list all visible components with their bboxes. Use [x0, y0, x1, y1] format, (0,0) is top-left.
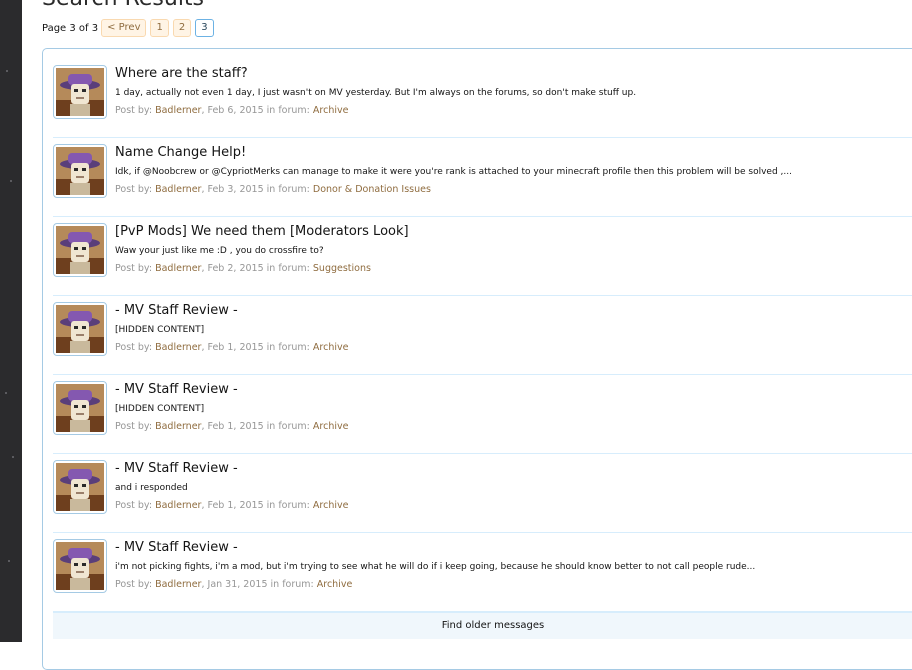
avatar[interactable] [53, 144, 107, 198]
post-by-label: Post by: [115, 342, 153, 353]
post-by-label: Post by: [115, 579, 153, 590]
page-indicator: Page 3 of 3 [42, 22, 99, 34]
author-link[interactable]: Badlerner [155, 184, 201, 195]
post-date: Feb 3, 2015 [207, 184, 264, 195]
user-avatar-image [56, 68, 104, 116]
post-date: Feb 1, 2015 [207, 500, 264, 511]
post-date: Feb 1, 2015 [207, 342, 264, 353]
forum-link[interactable]: Donor & Donation Issues [313, 184, 431, 195]
post-by-label: Post by: [115, 263, 153, 274]
list-item: - MV Staff Review - [HIDDEN CONTENT] Pos… [53, 296, 912, 375]
in-forum-label: in forum: [266, 421, 310, 432]
result-snippet: Waw your just like me :D , you do crossf… [115, 246, 324, 256]
post-date: Feb 2, 2015 [207, 263, 264, 274]
author-link[interactable]: Badlerner [155, 105, 201, 116]
user-avatar-image [56, 226, 104, 274]
result-meta: Post by: Badlerner, Jan 31, 2015 in foru… [115, 579, 353, 590]
post-by-label: Post by: [115, 500, 153, 511]
result-meta: Post by: Badlerner, Feb 6, 2015 in forum… [115, 105, 349, 116]
user-avatar-image [56, 384, 104, 432]
avatar[interactable] [53, 460, 107, 514]
post-by-label: Post by: [115, 184, 153, 195]
result-meta: Post by: Badlerner, Feb 1, 2015 in forum… [115, 500, 349, 511]
result-snippet: [HIDDEN CONTENT] [115, 325, 205, 335]
user-avatar-image [56, 463, 104, 511]
in-forum-label: in forum: [270, 579, 314, 590]
page-navigation: Page 3 of 3 < Prev 1 2 3 [42, 19, 218, 37]
in-forum-label: in forum: [266, 263, 310, 274]
list-item: - MV Staff Review - i'm not picking figh… [53, 533, 912, 612]
result-title-link[interactable]: Name Change Help! [115, 145, 246, 160]
forum-link[interactable]: Suggestions [313, 263, 371, 274]
page-1-button[interactable]: 1 [150, 19, 169, 37]
forum-link[interactable]: Archive [313, 421, 349, 432]
forum-link[interactable]: Archive [313, 500, 349, 511]
post-date: Feb 6, 2015 [207, 105, 264, 116]
result-snippet: and i responded [115, 483, 188, 493]
in-forum-label: in forum: [266, 342, 310, 353]
author-link[interactable]: Badlerner [155, 342, 201, 353]
result-snippet: i'm not picking fights, i'm a mod, but i… [115, 562, 756, 572]
forum-link[interactable]: Archive [317, 579, 353, 590]
list-item: - MV Staff Review - [HIDDEN CONTENT] Pos… [53, 375, 912, 454]
result-meta: Post by: Badlerner, Feb 1, 2015 in forum… [115, 421, 349, 432]
result-meta: Post by: Badlerner, Feb 2, 2015 in forum… [115, 263, 371, 274]
post-date: Jan 31, 2015 [207, 579, 268, 590]
in-forum-label: in forum: [266, 500, 310, 511]
avatar[interactable] [53, 381, 107, 435]
result-title-link[interactable]: [PvP Mods] We need them [Moderators Look… [115, 224, 409, 239]
post-date: Feb 1, 2015 [207, 421, 264, 432]
avatar[interactable] [53, 539, 107, 593]
user-avatar-image [56, 305, 104, 353]
list-item: - MV Staff Review - and i responded Post… [53, 454, 912, 533]
author-link[interactable]: Badlerner [155, 579, 201, 590]
post-by-label: Post by: [115, 105, 153, 116]
result-snippet: Idk, if @Noobcrew or @CypriotMerks can m… [115, 167, 792, 177]
prev-page-button[interactable]: < Prev [101, 19, 147, 37]
list-item: [PvP Mods] We need them [Moderators Look… [53, 217, 912, 296]
in-forum-label: in forum: [266, 105, 310, 116]
result-snippet: 1 day, actually not even 1 day, I just w… [115, 88, 637, 98]
result-meta: Post by: Badlerner, Feb 1, 2015 in forum… [115, 342, 349, 353]
find-older-messages-link[interactable]: Find older messages [53, 612, 912, 639]
result-title-link[interactable]: - MV Staff Review - [115, 540, 238, 555]
post-by-label: Post by: [115, 421, 153, 432]
page-3-button[interactable]: 3 [195, 19, 214, 37]
in-forum-label: in forum: [266, 184, 310, 195]
result-title-link[interactable]: - MV Staff Review - [115, 382, 238, 397]
author-link[interactable]: Badlerner [155, 263, 201, 274]
forum-link[interactable]: Archive [313, 105, 349, 116]
result-title-link[interactable]: - MV Staff Review - [115, 461, 238, 476]
left-edge-strip [0, 0, 22, 642]
user-avatar-image [56, 542, 104, 590]
search-results-list: Where are the staff? 1 day, actually not… [42, 48, 912, 670]
page-2-button[interactable]: 2 [172, 19, 192, 37]
author-link[interactable]: Badlerner [155, 421, 201, 432]
result-meta: Post by: Badlerner, Feb 3, 2015 in forum… [115, 184, 431, 195]
author-link[interactable]: Badlerner [155, 500, 201, 511]
result-snippet: [HIDDEN CONTENT] [115, 404, 205, 414]
forum-link[interactable]: Archive [313, 342, 349, 353]
avatar[interactable] [53, 65, 107, 119]
user-avatar-image [56, 147, 104, 195]
list-item: Where are the staff? 1 day, actually not… [53, 59, 912, 138]
result-title-link[interactable]: - MV Staff Review - [115, 303, 238, 318]
list-item: Name Change Help! Idk, if @Noobcrew or @… [53, 138, 912, 217]
avatar[interactable] [53, 223, 107, 277]
page-title: Search Results [42, 0, 204, 11]
avatar[interactable] [53, 302, 107, 356]
result-title-link[interactable]: Where are the staff? [115, 66, 248, 81]
